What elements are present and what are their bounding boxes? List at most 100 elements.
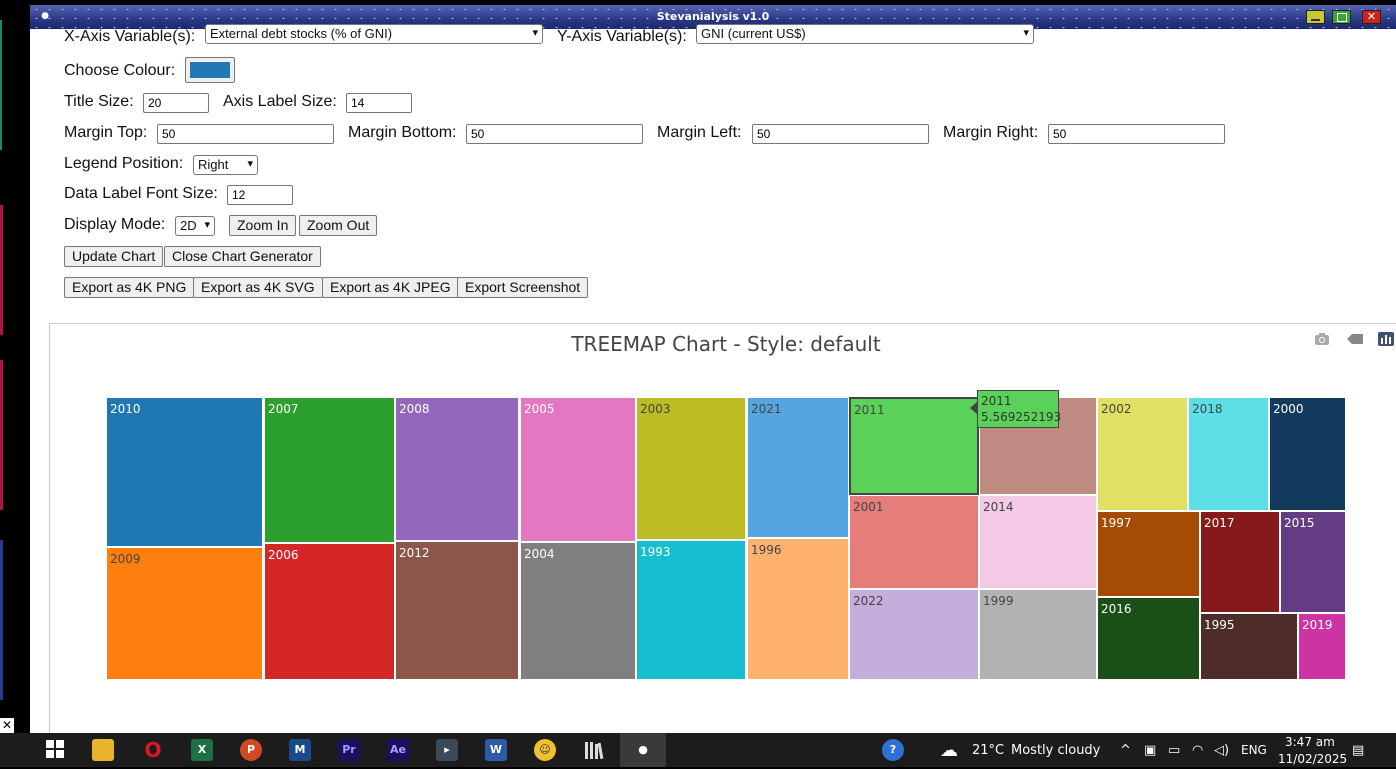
wifi-icon[interactable]: ◠: [1192, 743, 1203, 758]
speaker-icon[interactable]: ◁): [1214, 743, 1229, 758]
export-screenshot-button[interactable]: Export Screenshot: [457, 277, 589, 298]
treemap-tile-label: 1996: [751, 543, 782, 557]
zoom-in-button[interactable]: Zoom In: [229, 215, 297, 236]
data-label-font-size-input[interactable]: [227, 185, 293, 205]
maple-icon[interactable]: M: [289, 739, 311, 761]
update-chart-button[interactable]: Update Chart: [64, 246, 164, 267]
treemap-tile[interactable]: 2019: [1298, 613, 1346, 680]
battery-icon[interactable]: ▭: [1168, 743, 1180, 758]
treemap-tile[interactable]: 2022: [849, 589, 979, 680]
tag-icon[interactable]: [1346, 332, 1364, 346]
legend-position-select[interactable]: Right ▾: [193, 155, 258, 175]
colour-picker[interactable]: [185, 57, 235, 83]
treemap-tile[interactable]: 2002: [1097, 397, 1188, 511]
tooltip-value: 5.569252193: [981, 410, 1062, 424]
treemap-tile[interactable]: 1999: [979, 589, 1097, 680]
treemap-tile[interactable]: 1995: [1200, 613, 1298, 680]
treemap-tile-label: 2009: [110, 552, 141, 566]
weather-temp[interactable]: 21°C: [972, 743, 1004, 758]
camera-icon[interactable]: [1314, 332, 1330, 346]
language-indicator[interactable]: ENG: [1241, 743, 1267, 757]
treemap-tile[interactable]: 2008: [395, 397, 519, 541]
treemap-tile[interactable]: 2015: [1280, 511, 1346, 613]
chevron-down-icon: ▾: [247, 158, 253, 170]
file-explorer-icon[interactable]: [92, 739, 114, 761]
clock-date[interactable]: 11/02/2025: [1278, 752, 1347, 766]
treemap-tile[interactable]: 2001: [849, 495, 979, 589]
treemap-tile[interactable]: 2012: [395, 541, 519, 680]
notifications-icon[interactable]: ▤: [1352, 743, 1364, 758]
x-axis-select[interactable]: External debt stocks (% of GNI) ▾: [205, 24, 543, 44]
treemap-tile[interactable]: 2004: [520, 542, 636, 680]
treemap-tile-label: 2008: [399, 402, 430, 416]
treemap-tile[interactable]: 2018: [1188, 397, 1269, 511]
opera-icon[interactable]: O: [142, 739, 164, 761]
stevanialysis-icon[interactable]: ●: [632, 739, 654, 761]
title-size-input[interactable]: [143, 93, 209, 113]
treemap-tile-label: 2016: [1101, 602, 1132, 616]
margin-bottom-input[interactable]: [466, 124, 643, 144]
library-icon[interactable]: [583, 739, 605, 761]
powerpoint-icon[interactable]: P: [240, 739, 262, 761]
data-label-font-size-label: Data Label Font Size:: [64, 185, 218, 202]
chart-generator-panel: X-Axis Variable(s): External debt stocks…: [30, 24, 1396, 733]
treemap-tile[interactable]: 2010: [106, 397, 263, 547]
tooltip-label: 2011: [981, 394, 1012, 408]
chart-title: TREEMAP Chart - Style: default: [571, 332, 881, 356]
treemap-tile[interactable]: 1996: [747, 538, 849, 680]
help-icon[interactable]: ?: [882, 739, 904, 761]
axis-label-size-input[interactable]: [346, 93, 412, 113]
start-icon[interactable]: [44, 739, 66, 761]
margin-right-input[interactable]: [1048, 124, 1225, 144]
treemap-tile[interactable]: 2021: [747, 397, 849, 538]
weather-text[interactable]: Mostly cloudy: [1011, 743, 1100, 758]
clock-time[interactable]: 3:47 am: [1285, 735, 1335, 749]
margin-top-label: Margin Top:: [64, 124, 148, 141]
treemap-tile[interactable]: 2016: [1097, 597, 1200, 680]
treemap-tile-label: 1993: [640, 545, 671, 559]
y-axis-value: GNI (current US$): [701, 26, 806, 41]
margin-top-input[interactable]: [157, 124, 334, 144]
chevron-up-icon[interactable]: ^: [1120, 743, 1131, 758]
close-button[interactable]: ✕: [1362, 10, 1381, 24]
y-axis-select[interactable]: GNI (current US$) ▾: [696, 24, 1034, 44]
treemap-tile[interactable]: 2011: [849, 397, 979, 495]
camera-tray-icon[interactable]: ▣: [1144, 743, 1156, 758]
treemap-tile-label: 2017: [1204, 516, 1235, 530]
maximize-button[interactable]: [1332, 10, 1351, 24]
treemap-tile[interactable]: 2006: [264, 543, 395, 680]
display-mode-select[interactable]: 2D ▾: [175, 216, 215, 236]
emoji-app-icon[interactable]: ☺: [534, 739, 556, 761]
treemap-tile-label: 2000: [1273, 402, 1304, 416]
premiere-icon[interactable]: Pr: [338, 739, 360, 761]
treemap-tile[interactable]: 2005: [520, 397, 636, 542]
zoom-out-button[interactable]: Zoom Out: [299, 215, 378, 236]
after-effects-icon[interactable]: Ae: [387, 739, 409, 761]
treemap-tile-label: 2002: [1101, 402, 1132, 416]
terminal-icon[interactable]: ▸: [436, 739, 458, 761]
margin-left-input[interactable]: [752, 124, 929, 144]
treemap-tile[interactable]: 2003: [636, 397, 746, 540]
word-icon[interactable]: W: [485, 739, 507, 761]
export-png-button[interactable]: Export as 4K PNG: [64, 277, 195, 298]
treemap-tile-label: 2004: [524, 547, 555, 561]
export-jpeg-button[interactable]: Export as 4K JPEG: [322, 277, 459, 298]
treemap-tile[interactable]: 2009: [106, 547, 263, 680]
treemap-tile-label: 2022: [853, 594, 884, 608]
treemap-tile[interactable]: 2014: [979, 495, 1097, 589]
legend-position-value: Right: [198, 157, 229, 172]
treemap-tile[interactable]: 2007: [264, 397, 395, 543]
margin-left-label: Margin Left:: [657, 124, 742, 141]
plotly-logo-icon[interactable]: [1378, 332, 1394, 346]
treemap-tile-label: 2012: [399, 546, 430, 560]
minimize-button[interactable]: [1306, 10, 1325, 24]
treemap-tile[interactable]: 1993: [636, 540, 746, 680]
close-chart-generator-button[interactable]: Close Chart Generator: [164, 246, 321, 267]
treemap-tile[interactable]: 2017: [1200, 511, 1280, 613]
excel-icon[interactable]: X: [191, 739, 213, 761]
treemap-tile-label: 1997: [1101, 516, 1132, 530]
treemap-tile[interactable]: 1997: [1097, 511, 1200, 597]
export-svg-button[interactable]: Export as 4K SVG: [193, 277, 323, 298]
close-icon[interactable]: ✕: [0, 718, 14, 733]
treemap-tile[interactable]: 2000: [1269, 397, 1346, 511]
